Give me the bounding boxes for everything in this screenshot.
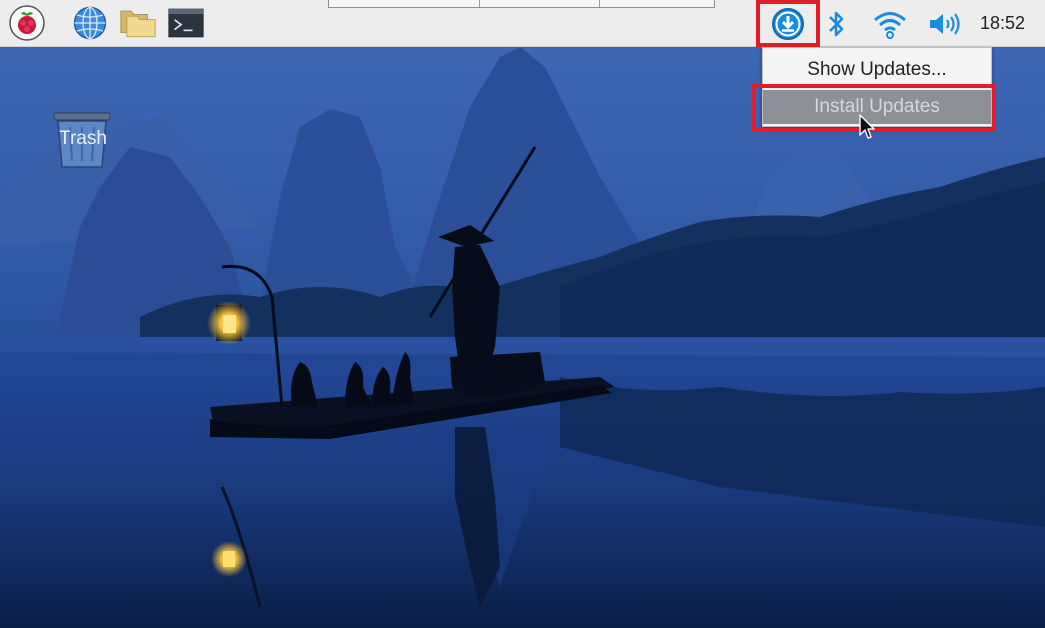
- panel-clock[interactable]: 18:52: [980, 0, 1025, 47]
- folders-icon: [120, 10, 156, 38]
- raspberry-pi-logo-icon: [9, 5, 45, 41]
- window-list[interactable]: [328, 0, 715, 8]
- wifi-tray-button[interactable]: [870, 0, 910, 47]
- volume-tray-button[interactable]: [926, 0, 964, 47]
- wifi-icon: [874, 11, 906, 39]
- volume-icon: [930, 12, 960, 35]
- trash-label: Trash: [59, 128, 107, 149]
- terminal-icon: [168, 8, 204, 38]
- globe-icon: [73, 6, 107, 40]
- bluetooth-icon: [829, 11, 844, 36]
- top-panel: 18:52: [0, 0, 1045, 47]
- updates-highlight-box: [756, 0, 820, 47]
- bluetooth-tray-button[interactable]: [824, 0, 848, 47]
- raspberry-menu-button[interactable]: [9, 5, 45, 41]
- terminal-button[interactable]: [168, 5, 204, 41]
- desktop[interactable]: Trash: [0, 47, 1045, 628]
- show-updates-menu-item[interactable]: Show Updates...: [763, 53, 991, 87]
- file-manager-button[interactable]: [120, 5, 156, 41]
- mouse-cursor-icon: [859, 114, 875, 139]
- web-browser-button[interactable]: [72, 5, 108, 41]
